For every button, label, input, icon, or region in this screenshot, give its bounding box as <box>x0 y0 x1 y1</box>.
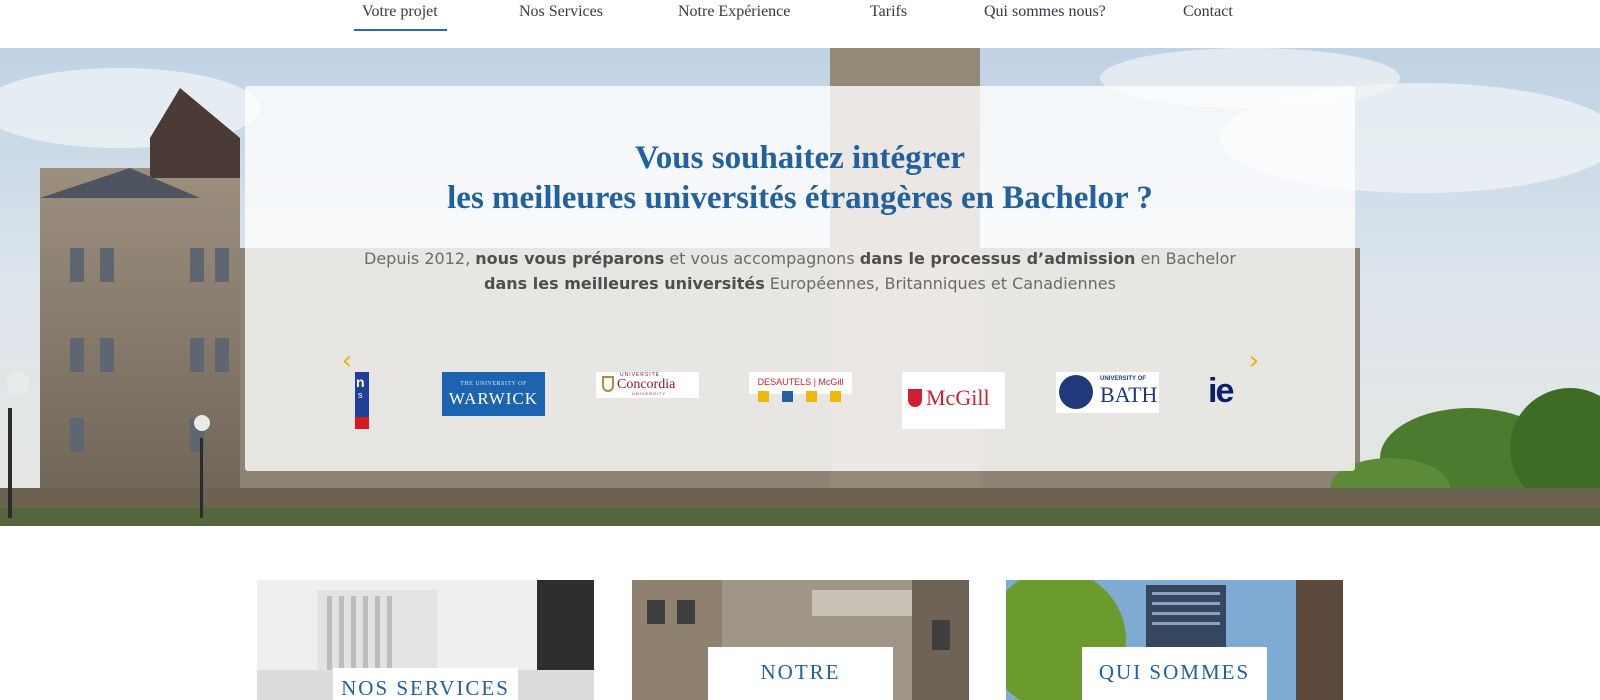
headline-line-2: les meilleures universités étrangères en… <box>447 180 1153 216</box>
nav-votre-projet[interactable]: Votre projet <box>354 3 447 31</box>
university-logo-partial[interactable]: n s <box>355 372 369 429</box>
logo-text: s <box>358 390 363 400</box>
logo-text: BATH <box>1100 382 1158 407</box>
bath-seal-icon <box>1059 375 1093 409</box>
logo-text: WARWICK <box>448 389 539 408</box>
ie-logo[interactable]: ie <box>1208 372 1242 416</box>
card-notre-experience[interactable]: NOTRE <box>632 580 969 700</box>
top-navigation: Votre projet Nos Services Notre Expérien… <box>0 0 1600 48</box>
logo-text: McGill <box>926 385 990 410</box>
card-label: NOS SERVICES <box>333 668 518 700</box>
carousel-next-arrow-icon[interactable]: › <box>1244 348 1264 374</box>
nav-contact[interactable]: Contact <box>1183 3 1233 21</box>
card-label: QUI SOMMES <box>1082 647 1267 700</box>
logo-text: ie <box>1208 372 1234 410</box>
card-qui-sommes-nous[interactable]: QUI SOMMES <box>1006 580 1343 700</box>
card-nos-services[interactable]: NOS SERVICES <box>257 580 594 700</box>
subtitle-bold: nous vous préparons <box>475 249 665 268</box>
nav-notre-experience[interactable]: Notre Expérience <box>678 3 790 21</box>
card-label: NOTRE <box>708 647 893 700</box>
carousel-dot-2[interactable] <box>782 391 793 402</box>
mcgill-crest-icon <box>908 389 922 407</box>
nav-qui-sommes-nous[interactable]: Qui sommes nous? <box>984 3 1106 21</box>
concordia-logo[interactable]: UNIVERSITÉ Concordia UNIVERSITY <box>596 372 699 398</box>
logo-text: DESAUTELS | McGill <box>757 377 844 387</box>
subtitle-text: en Bachelor <box>1135 249 1236 268</box>
subtitle-text: Depuis 2012, <box>364 249 476 268</box>
nav-tarifs[interactable]: Tarifs <box>870 3 907 21</box>
subtitle-text: et vous accompagnons <box>664 249 860 268</box>
carousel-dot-4[interactable] <box>830 391 841 402</box>
subtitle-text: Européennes, Britanniques et Canadiennes <box>764 274 1116 293</box>
carousel-dot-1[interactable] <box>758 391 769 402</box>
hero-panel: Vous souhaitez intégrer les meilleures u… <box>245 86 1355 471</box>
mcgill-logo[interactable]: McGill <box>902 372 1005 429</box>
subtitle-bold: dans les meilleures universités <box>484 274 765 293</box>
subtitle-bold: dans le processus d’admission <box>859 249 1136 268</box>
logo-text: n <box>356 374 365 390</box>
hero-headline: Vous souhaitez intégrer les meilleures u… <box>245 138 1355 218</box>
logo-stripe <box>355 417 369 429</box>
warwick-logo[interactable]: THE UNIVERSITY OF WARWICK <box>442 372 545 416</box>
nav-nos-services[interactable]: Nos Services <box>519 3 603 21</box>
carousel-prev-arrow-icon[interactable]: ‹ <box>337 348 357 374</box>
headline-line-1: Vous souhaitez intégrer <box>635 140 965 176</box>
hero-subtitle: Depuis 2012, nous vous préparons et vous… <box>245 246 1355 296</box>
logo-text: THE UNIVERSITY OF <box>460 381 527 387</box>
hero-section: Vous souhaitez intégrer les meilleures u… <box>0 48 1600 526</box>
carousel-dot-3[interactable] <box>806 391 817 402</box>
logo-text: UNIVERSITY <box>632 391 667 396</box>
bath-logo[interactable]: UNIVERSITY OF BATH <box>1056 372 1159 413</box>
concordia-crest-icon <box>602 376 614 392</box>
